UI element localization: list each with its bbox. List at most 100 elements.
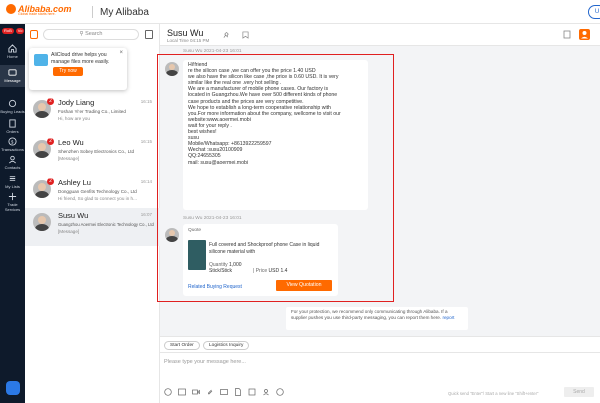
rail-item-label: Orders	[6, 129, 19, 134]
card-icon[interactable]	[220, 388, 228, 396]
price-value: USD 1.4	[268, 268, 288, 274]
contact-local-time: Local Time 04:15 PM	[167, 38, 210, 43]
price-label: Price	[255, 268, 268, 274]
trade-services-icon	[8, 192, 17, 201]
sender-avatar	[165, 228, 179, 242]
conversation-time: 16:14	[140, 179, 152, 184]
rail-item-trade-services[interactable]: Trade Services	[0, 192, 25, 212]
rail-item-label: My Lists	[5, 184, 20, 189]
lists-icon	[9, 176, 16, 181]
contact-company: Dongguan Genfits Technology Co., Ltd	[58, 189, 137, 194]
message-snippet: Hi, how are you	[58, 116, 90, 121]
svg-text:$: $	[11, 139, 14, 144]
inbox-icon[interactable]	[30, 30, 38, 39]
rail-item-my-lists[interactable]: My Lists	[0, 174, 25, 189]
sender-avatar	[165, 62, 179, 76]
logo-tagline: Global trade starts here.	[18, 12, 56, 16]
search-placeholder: Search	[85, 31, 103, 37]
quick-actions: Start Order Logistics Inquiry	[160, 336, 600, 352]
conversation-time: 16:15	[140, 139, 152, 144]
unread-badge: 2	[47, 138, 54, 145]
notice-text: For your protection, we recommend only c…	[291, 309, 448, 320]
try-now-button[interactable]: Try now	[53, 67, 83, 76]
transactions-icon: $	[8, 137, 17, 146]
rail-item-label: Message	[4, 78, 21, 83]
related-buying-request-link[interactable]: Related Buying Request	[188, 284, 242, 290]
rail-badge[interactable]: RoB	[2, 28, 14, 34]
bookmark-icon[interactable]	[242, 31, 249, 39]
message-bubble: Hi!friend re the silicon case ,we can of…	[183, 60, 368, 210]
contact-name: Susu Wu	[58, 211, 89, 220]
contacts-icon	[9, 155, 16, 164]
alicloud-promo-popup: AliCloud drive helps you manage files mo…	[29, 48, 127, 90]
rail-badge[interactable]: Vo	[15, 28, 25, 34]
video-icon[interactable]	[192, 388, 200, 396]
product-thumbnail[interactable]	[188, 240, 206, 270]
conversation-time: 16:07	[140, 212, 152, 217]
search-input[interactable]: ⚲ Search	[43, 29, 139, 40]
rail-item-buying-leads[interactable]: Buying Leads	[0, 99, 25, 114]
contact-name: Leo Wu	[58, 138, 84, 147]
conversation-item[interactable]: 2 Leo Wu 16:15 Shenzhen Sobey Electronic…	[25, 135, 160, 175]
contact-company: Shenzhen Sobey Electronics Co., Ltd	[58, 149, 135, 154]
document-icon[interactable]	[563, 30, 571, 39]
report-link[interactable]: report	[442, 315, 454, 320]
user-account-button[interactable]: U	[588, 5, 600, 19]
home-icon	[8, 44, 17, 53]
rail-item-orders[interactable]: Orders	[0, 119, 25, 134]
send-button[interactable]: Send	[564, 387, 594, 397]
message-snippet: Hi friend, So glad to connect you in h..…	[58, 196, 137, 201]
list-toolbar: ⚲ Search	[25, 24, 160, 46]
rail-item-message[interactable]: Message	[0, 65, 25, 87]
safety-notice: For your protection, we recommend only c…	[286, 307, 468, 330]
unread-badge: 2	[47, 178, 54, 185]
rail-item-transactions[interactable]: $ Transactions	[0, 137, 25, 152]
message-icon	[8, 69, 17, 76]
quote-card: Quote Full covered and Shockproof phone …	[183, 224, 338, 296]
emoji-icon[interactable]	[164, 388, 172, 396]
conversation-item[interactable]: 2 Jody Liang 16:15 Foshan Yi’er Trading …	[25, 95, 160, 135]
unread-badge: 2	[47, 98, 54, 105]
orders-icon	[9, 119, 16, 128]
product-title[interactable]: Full covered and Shockproof phone Case i…	[209, 242, 329, 255]
avatar	[33, 213, 51, 231]
message-line: mail: susu@aoermei.mobi	[188, 159, 249, 166]
compose-icon[interactable]	[145, 30, 153, 39]
quote-label: Quote	[188, 228, 202, 233]
attachment-icon[interactable]	[206, 388, 214, 396]
start-order-button[interactable]: Start Order	[164, 341, 200, 350]
image-icon[interactable]	[178, 388, 186, 396]
view-quotation-button[interactable]: View Quotation	[276, 280, 332, 291]
pin-icon[interactable]	[223, 31, 230, 39]
profile-icon[interactable]	[579, 29, 590, 40]
file-icon[interactable]	[234, 388, 242, 396]
rail-item-label: Contacts	[4, 165, 21, 170]
contact-card-icon[interactable]	[262, 388, 270, 396]
conversation-time: 16:15	[140, 99, 152, 104]
contact-name: Jody Liang	[58, 98, 95, 107]
message-input[interactable]: Please type your message here...	[164, 359, 246, 365]
close-icon[interactable]: ×	[119, 50, 123, 56]
price: | Price USD 1.4	[253, 268, 288, 274]
more-icon[interactable]	[276, 388, 284, 396]
header-divider	[92, 6, 93, 18]
product-icon[interactable]	[248, 388, 256, 396]
app-title: My Alibaba	[100, 7, 149, 18]
message-composer[interactable]: Please type your message here... Quick s…	[160, 352, 600, 403]
chat-contact-name: Susu Wu	[167, 28, 204, 38]
contact-company: Guangzhou Aoermei Electronic Technology …	[58, 222, 154, 227]
left-nav-rail: RoB Vo Home Message Buying Leads Orders …	[0, 24, 25, 403]
message-line: you.For more information about the compa…	[188, 110, 341, 117]
message-line: located in Guangzhou.We have over 500 di…	[188, 92, 338, 99]
chat-bubble-icon[interactable]	[6, 381, 20, 395]
rail-item-home[interactable]: Home	[0, 44, 25, 59]
unit: Stick/Stick	[209, 268, 233, 274]
rail-item-label: Home	[7, 54, 18, 59]
promo-text: AliCloud drive helps you manage files mo…	[51, 52, 110, 65]
rail-item-label: Trade Services	[4, 202, 21, 212]
cloud-drive-icon	[34, 54, 48, 66]
rail-item-label: Buying Leads	[0, 109, 25, 114]
conversation-item-active[interactable]: Susu Wu 16:07 Guangzhou Aoermei Electron…	[25, 208, 160, 246]
rail-item-contacts[interactable]: Contacts	[0, 155, 25, 170]
logistics-inquiry-button[interactable]: Logistics Inquiry	[203, 341, 250, 350]
